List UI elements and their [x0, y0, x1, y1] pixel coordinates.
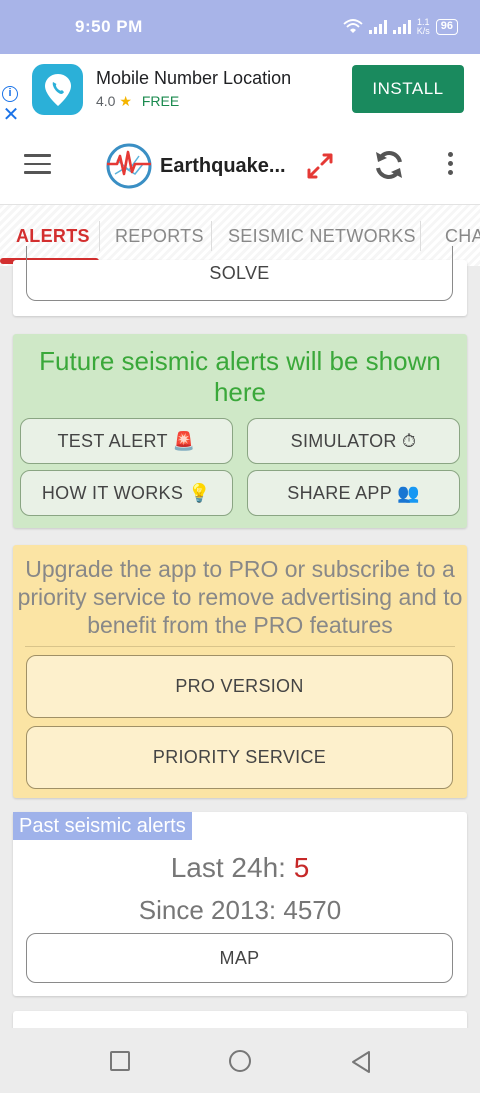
ad-price: FREE [141, 93, 180, 109]
battery-indicator: 96 [435, 19, 458, 35]
back-icon[interactable] [350, 1050, 372, 1074]
ad-rating-value: 4.0 [96, 93, 116, 109]
past-alerts-heading: Past seismic alerts [13, 812, 192, 840]
divider [25, 646, 455, 647]
simulator-button[interactable]: SIMULATOR ⏱ [247, 418, 460, 464]
how-it-works-button[interactable]: HOW IT WORKS 💡 [20, 470, 233, 516]
signal-2-icon [392, 20, 411, 34]
network-speed-unit: K/s [416, 26, 430, 36]
app-title: Earthquake... [160, 155, 286, 177]
future-alerts-card: Future seismic alerts will be shown here… [13, 334, 467, 528]
upgrade-text: Upgrade the app to PRO or subscribe to a… [17, 556, 463, 638]
phone-location-icon[interactable] [32, 64, 83, 115]
status-time: 9:50 PM [75, 17, 143, 36]
since-2013-count: 4570 [283, 895, 342, 925]
signal-1-icon [368, 20, 387, 34]
star-icon: ★ [119, 93, 132, 109]
ad-controls: i ✕ [2, 86, 20, 125]
install-button[interactable]: INSTALL [352, 65, 464, 113]
since-2013-label: Since 2013: [138, 895, 284, 925]
hamburger-icon[interactable] [24, 154, 51, 174]
last-24h-label: Last 24h: [170, 852, 294, 883]
ad-close-icon[interactable]: ✕ [2, 105, 20, 125]
status-icons: 1.1 K/s 96 [343, 18, 458, 36]
map-button[interactable]: MAP [26, 933, 453, 983]
expand-arrows-icon[interactable] [305, 151, 335, 181]
status-bar: 9:50 PM 1.1 K/s 96 [0, 0, 480, 54]
pro-version-button[interactable]: PRO VERSION [26, 655, 453, 718]
upgrade-card: Upgrade the app to PRO or subscribe to a… [13, 545, 467, 798]
seismograph-globe-icon [106, 143, 152, 189]
since-2013-stat: Since 2013: 4570 [13, 895, 467, 926]
priority-service-button[interactable]: PRIORITY SERVICE [26, 726, 453, 789]
solve-card: SOLVE [13, 246, 467, 316]
app-toolbar: Earthquake... [0, 126, 480, 204]
ad-text[interactable]: Mobile Number Location 4.0 ★ FREE [96, 68, 291, 110]
share-app-button[interactable]: SHARE APP 👥 [247, 470, 460, 516]
network-speed: 1.1 K/s [417, 18, 430, 36]
system-nav-bar [0, 1028, 480, 1093]
ad-title: Mobile Number Location [96, 68, 292, 88]
ad-banner[interactable]: i ✕ Mobile Number Location 4.0 ★ FREE IN… [0, 54, 480, 126]
refresh-icon[interactable] [372, 148, 406, 182]
recents-icon[interactable] [110, 1051, 130, 1071]
solve-button[interactable]: SOLVE [26, 246, 453, 301]
wifi-icon [343, 19, 363, 33]
ad-info-icon[interactable]: i [2, 86, 18, 102]
last-24h-count: 5 [293, 852, 310, 883]
ad-rating: 4.0 ★ FREE [96, 93, 291, 110]
future-alerts-title: Future seismic alerts will be shown here [39, 346, 441, 407]
past-alerts-card: Past seismic alerts Last 24h: 5 Since 20… [13, 812, 467, 996]
test-alert-button[interactable]: TEST ALERT 🚨 [20, 418, 233, 464]
home-icon[interactable] [229, 1050, 251, 1072]
more-vertical-icon[interactable] [444, 152, 456, 178]
last-24h-stat: Last 24h: 5 [13, 852, 467, 884]
